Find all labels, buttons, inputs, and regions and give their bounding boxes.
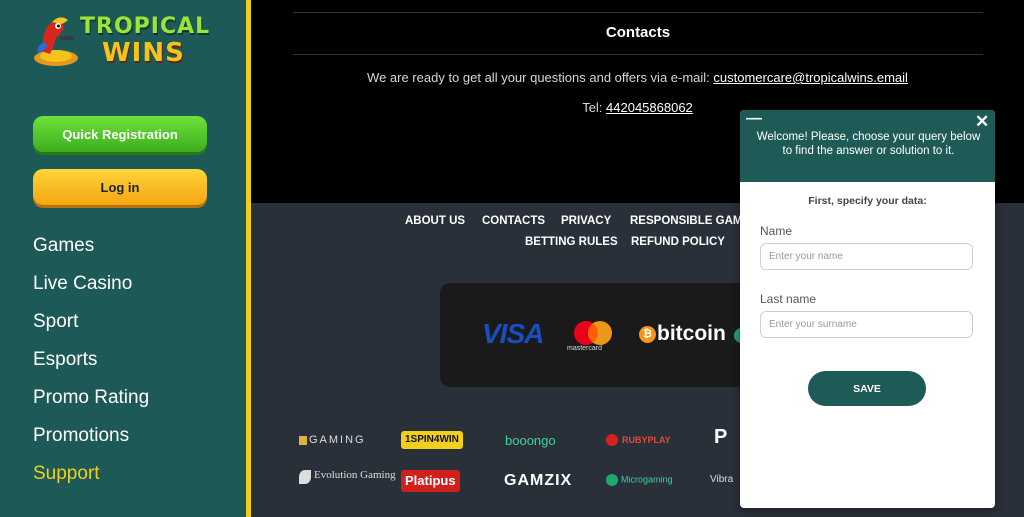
last-name-input[interactable] [760,311,973,338]
contacts-email-line: We are ready to get all your questions a… [251,70,1024,85]
quick-registration-button[interactable]: Quick Registration [33,116,207,152]
logo-text-wins: WINS [102,38,185,68]
divider-top [293,12,983,13]
sidebar-item-games[interactable]: Games [33,234,149,272]
email-prefix: We are ready to get all your questions a… [367,70,714,85]
email-link[interactable]: customercare@tropicalwins.email [713,70,908,85]
last-name-label: Last name [760,292,817,306]
chat-subtitle: First, specify your data: [808,195,927,207]
provider-gamzix: GAMZIX [504,472,573,489]
name-input[interactable] [760,243,973,270]
save-button[interactable]: SAVE [808,371,926,406]
sidebar-item-promotions[interactable]: Promotions [33,424,149,462]
provider-rubyplay: RUBYPLAY [606,434,671,447]
footer-link-privacy[interactable]: PRIVACY [561,215,611,227]
provider-vibra: Vibra [710,474,734,485]
sidebar-nav: Games Live Casino Sport Esports Promo Ra… [33,234,149,500]
sidebar: TROPICAL WINS Quick Registration Log in … [0,0,246,517]
name-label: Name [760,224,793,238]
tel-link[interactable]: 442045868062 [606,100,693,115]
divider-bottom [293,54,983,55]
logo-text-tropical: TROPICAL [80,14,211,39]
provider-1spin4win: 1SPIN4WIN [401,431,463,449]
bitcoin-icon: ₿ [639,326,656,343]
footer-link-refund-policy[interactable]: REFUND POLICY [631,236,725,248]
close-icon[interactable]: ✕ [975,112,989,132]
provider-evolution-gaming: Evolution Gaming [299,470,396,484]
support-chat-widget: — ✕ Welcome! Please, choose your query b… [740,110,995,508]
sidebar-item-live-casino[interactable]: Live Casino [33,272,149,310]
bitcoin-logo: bitcoin [657,322,726,345]
sidebar-item-support[interactable]: Support [33,462,149,500]
provider-evolution-text: Evolution Gaming [314,469,396,481]
footer-link-about-us[interactable]: ABOUT US [405,215,465,227]
login-button[interactable]: Log in [33,169,207,205]
sidebar-item-esports[interactable]: Esports [33,348,149,386]
minimize-icon[interactable]: — [746,110,762,128]
tel-prefix: Tel: [582,100,607,115]
provider-microgaming: Microgaming [606,474,673,486]
site-logo[interactable]: TROPICAL WINS [30,10,220,70]
sidebar-item-sport[interactable]: Sport [33,310,149,348]
contacts-title: Contacts [605,24,671,41]
provider-booongo: booongo [505,433,556,448]
chat-header: — ✕ Welcome! Please, choose your query b… [740,110,995,182]
footer-link-betting-rules[interactable]: BETTING RULES [525,236,618,248]
provider-rubyplay-text: RUBYPLAY [622,435,671,445]
provider-bgaming: GAMING [299,434,366,446]
parrot-logo-icon [34,17,78,66]
provider-bgaming-text: GAMING [309,434,366,446]
provider-platipus: Platipus [401,470,460,492]
mastercard-label: mastercard [567,345,603,352]
footer-link-contacts[interactable]: CONTACTS [482,215,545,227]
provider-microgaming-text: Microgaming [621,474,673,485]
chat-welcome-text: Welcome! Please, choose your query below… [756,131,981,157]
sidebar-item-promo-rating[interactable]: Promo Rating [33,386,149,424]
provider-pocket-games: P [714,426,728,448]
visa-logo: VISA [482,318,544,349]
